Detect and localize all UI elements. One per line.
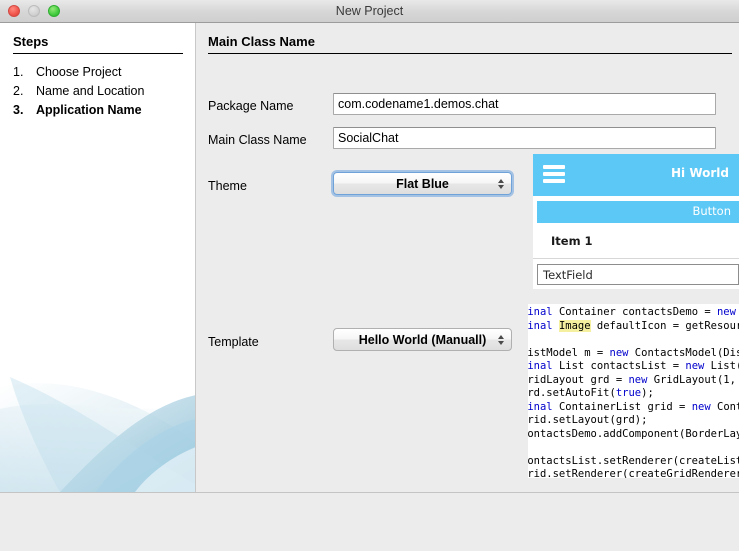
page-title-divider: [208, 53, 732, 54]
template-select[interactable]: Hello World (Manuall): [333, 328, 512, 351]
steps-heading-divider: [13, 53, 183, 54]
code-line: final Container contactsDemo = new Conta…: [528, 306, 739, 320]
step-label: Choose Project: [36, 63, 121, 82]
code-line: GridLayout grd = new GridLayout(1, 2);: [528, 374, 739, 388]
theme-select-value: Flat Blue: [396, 177, 449, 191]
theme-preview-button: Button: [537, 201, 739, 223]
theme-preview-button-label: Button: [692, 204, 731, 218]
main-panel: Main Class Name Package Name Main Class …: [197, 23, 739, 492]
page-title: Main Class Name: [208, 34, 315, 49]
theme-preview-textfield: TextField: [537, 264, 739, 285]
step-item-1: 1. Choose Project: [13, 63, 193, 82]
steps-list: 1. Choose Project 2. Name and Location 3…: [13, 63, 193, 120]
theme-preview-titlebar: Hi World: [533, 154, 739, 196]
step-number: 2.: [13, 82, 36, 101]
template-code-preview: final Container contactsDemo = new Conta…: [528, 304, 739, 478]
theme-preview-textfield-label: TextField: [543, 268, 593, 282]
step-item-2: 2. Name and Location: [13, 82, 193, 101]
package-name-label: Package Name: [208, 99, 293, 113]
theme-preview-list-item: Item 1: [533, 226, 739, 259]
main-class-name-label: Main Class Name: [208, 133, 307, 147]
theme-label: Theme: [208, 179, 247, 193]
step-number: 3.: [13, 101, 36, 120]
code-line: grd.setAutoFit(true);: [528, 387, 739, 401]
template-select-value: Hello World (Manuall): [359, 333, 487, 347]
decorative-swoosh-graphic: [0, 347, 196, 492]
dialog-button-bar: Help < Back Next > Finish Cancel: [0, 492, 739, 551]
step-item-3: 3. Application Name: [13, 101, 193, 120]
hamburger-icon: [543, 165, 565, 184]
steps-heading: Steps: [13, 34, 48, 49]
template-label: Template: [208, 335, 259, 349]
code-line: final Image defaultIcon = getResource("i…: [528, 320, 739, 334]
code-line: final List contactsList = new List(m);: [528, 360, 739, 374]
theme-preview-title: Hi World: [671, 166, 729, 180]
stepper-arrows-icon: [498, 335, 504, 345]
template-code-lines: final Container contactsDemo = new Conta…: [528, 306, 739, 478]
main-class-name-input[interactable]: [333, 127, 716, 149]
code-line: grid.setLayout(grd);: [528, 414, 739, 428]
stepper-arrows-icon: [498, 179, 504, 189]
theme-preview-item-label: Item 1: [551, 234, 593, 248]
step-number: 1.: [13, 63, 36, 82]
steps-sidebar: Steps 1. Choose Project 2. Name and Loca…: [0, 23, 196, 492]
code-line: contactsList.setRenderer(createListRende…: [528, 455, 739, 469]
window-titlebar: New Project: [0, 0, 739, 23]
new-project-window: New Project Steps 1. Choose Project 2. N…: [0, 0, 739, 551]
code-line: final ContainerList grid = new Container…: [528, 401, 739, 415]
code-line: grid.setRenderer(createGridRenderer());: [528, 468, 739, 478]
code-line: contactsDemo.addComponent(BorderLayout.C…: [528, 428, 739, 442]
step-label: Name and Location: [36, 82, 144, 101]
code-line: ListModel m = new ContactsModel(Display.…: [528, 347, 739, 361]
package-name-input[interactable]: [333, 93, 716, 115]
window-title: New Project: [0, 0, 739, 22]
theme-preview: Hi World Button Item 1 TextField: [533, 154, 739, 289]
code-line: [528, 333, 739, 347]
step-label: Application Name: [36, 101, 142, 120]
theme-select[interactable]: Flat Blue: [333, 172, 512, 195]
code-line: [528, 441, 739, 455]
